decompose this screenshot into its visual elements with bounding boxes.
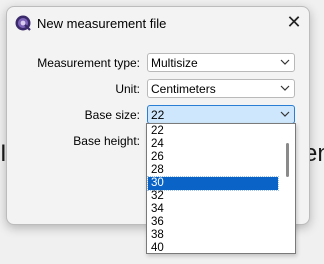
chevron-down-icon xyxy=(280,111,290,117)
dropdown-option[interactable]: 32 xyxy=(148,190,278,203)
base-size-value: 22 xyxy=(151,108,165,122)
unit-combo[interactable]: Centimeters xyxy=(147,79,295,98)
dropdown-option[interactable]: 24 xyxy=(148,138,278,151)
title-bar: New measurement file ✕ xyxy=(7,7,309,37)
base-size-dropdown-list[interactable]: 22 24 26 28 30 32 34 36 38 40 xyxy=(146,123,296,254)
dropdown-option[interactable]: 26 xyxy=(148,151,278,164)
base-size-label: Base size: xyxy=(84,108,140,122)
dropdown-option[interactable]: 36 xyxy=(148,216,278,229)
dropdown-option[interactable]: 34 xyxy=(148,203,278,216)
base-height-label: Base height: xyxy=(73,134,140,148)
measurement-type-value: Multisize xyxy=(151,56,198,70)
measurement-type-combo[interactable]: Multisize xyxy=(147,53,295,72)
dropdown-option[interactable]: 28 xyxy=(148,164,278,177)
chevron-down-icon xyxy=(280,59,290,65)
measurement-type-label: Measurement type: xyxy=(37,56,140,70)
dropdown-option[interactable]: 40 xyxy=(148,242,278,253)
dropdown-option[interactable]: 22 xyxy=(148,125,278,138)
close-button[interactable]: ✕ xyxy=(279,7,309,37)
dropdown-option[interactable]: 38 xyxy=(148,229,278,242)
dialog-title: New measurement file xyxy=(37,16,167,31)
dropdown-scrollbar[interactable] xyxy=(280,125,294,252)
dropdown-option[interactable]: 30 xyxy=(147,176,279,191)
unit-value: Centimeters xyxy=(151,82,216,96)
scrollbar-thumb[interactable] xyxy=(286,143,289,177)
app-icon xyxy=(15,15,31,31)
unit-label: Unit: xyxy=(115,82,140,96)
base-size-combo[interactable]: 22 xyxy=(147,105,295,124)
chevron-down-icon xyxy=(280,85,290,91)
close-icon: ✕ xyxy=(286,12,302,32)
